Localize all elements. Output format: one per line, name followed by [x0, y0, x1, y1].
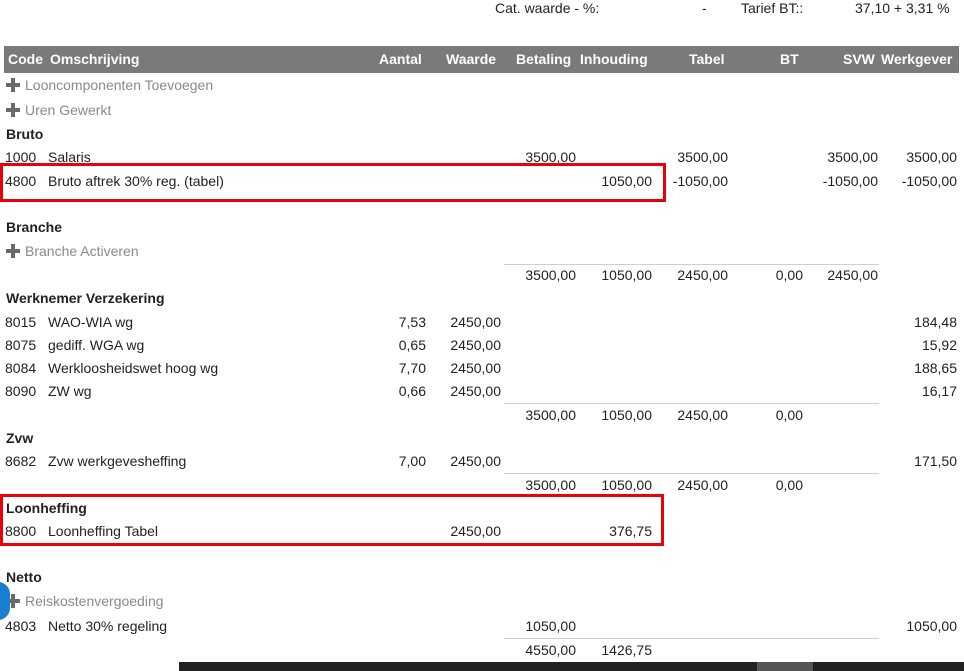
row-werkgever: 3500,00	[906, 149, 957, 165]
plus-icon	[6, 244, 20, 258]
subtotal-bt: 0,00	[775, 407, 803, 423]
row-waarde: 2450,00	[450, 337, 501, 353]
row-code: 8084	[5, 360, 37, 376]
subtotal-bt: 0,00	[775, 477, 803, 493]
add-uren-link[interactable]: Uren Gewerkt	[6, 102, 111, 118]
branche-activeren-link[interactable]: Branche Activeren	[6, 243, 139, 259]
row-desc: gediff. WGA wg	[48, 337, 145, 353]
row-werkgever: 15,92	[921, 337, 957, 353]
row-werkgever: 188,65	[914, 360, 957, 376]
row-tabel: 3500,00	[677, 149, 728, 165]
table-header: Code Omschrijving Aantal Waarde Betaling…	[4, 46, 959, 73]
subtotal-svw: 2450,00	[827, 267, 878, 283]
tarief-bt-label: Tarief BT::	[741, 0, 804, 16]
section-werknemer-verzekering: Werknemer Verzekering	[6, 290, 165, 306]
row-werkgever: 16,17	[921, 383, 957, 399]
subtotal-tabel: 2450,00	[677, 477, 728, 493]
subtotal-betaling: 3500,00	[525, 267, 576, 283]
subtotal-inhouding: 1050,00	[601, 477, 652, 493]
subtotal-betaling: 3500,00	[525, 477, 576, 493]
cat-waarde-value: -	[702, 0, 707, 16]
plus-icon	[6, 103, 20, 117]
row-desc: ZW wg	[48, 383, 92, 399]
row-code: 8682	[5, 453, 37, 469]
row-werkgever: 184,48	[914, 314, 957, 330]
section-branche: Branche	[6, 219, 63, 235]
row-waarde: 2450,00	[450, 383, 501, 399]
taskbar	[179, 662, 964, 671]
col-werkgever[interactable]: Werkgever	[881, 51, 952, 67]
section-zvw: Zvw	[6, 430, 34, 446]
reiskostenvergoeding-link[interactable]: Reiskostenvergoeding	[6, 593, 164, 609]
subtotal-divider	[504, 473, 879, 474]
section-bruto: Bruto	[6, 126, 44, 142]
col-tabel[interactable]: Tabel	[689, 51, 725, 67]
add-looncomponenten-label: Looncomponenten Toevoegen	[25, 77, 214, 93]
highlight-box	[0, 494, 664, 546]
row-waarde: 2450,00	[450, 360, 501, 376]
row-svw: -1050,00	[822, 173, 878, 189]
row-svw: 3500,00	[827, 149, 878, 165]
col-bt[interactable]: BT	[780, 51, 799, 67]
col-code[interactable]: Code	[8, 51, 43, 67]
row-desc: Netto 30% regeling	[48, 618, 168, 634]
row-waarde: 2450,00	[450, 453, 501, 469]
row-betaling: 1050,00	[525, 618, 576, 634]
plus-icon	[6, 78, 20, 92]
chat-bubble-button[interactable]	[0, 582, 10, 620]
row-aantal: 7,70	[398, 360, 426, 376]
row-aantal: 0,65	[398, 337, 426, 353]
subtotal-inhouding: 1050,00	[601, 267, 652, 283]
col-inhouding[interactable]: Inhouding	[580, 51, 648, 67]
row-code: 8090	[5, 383, 37, 399]
row-code: 8075	[5, 337, 37, 353]
row-werkgever: 171,50	[914, 453, 957, 469]
subtotal-betaling: 4550,00	[525, 642, 576, 658]
subtotal-divider	[504, 264, 879, 265]
add-uren-label: Uren Gewerkt	[25, 102, 112, 118]
col-betaling[interactable]: Betaling	[516, 51, 571, 67]
row-desc: Zvw werkgevesheffing	[48, 453, 187, 469]
taskbar-item[interactable]	[757, 662, 813, 671]
subtotal-divider	[504, 638, 879, 639]
row-desc: Werkloosheidswet hoog wg	[48, 360, 219, 376]
row-aantal: 7,00	[398, 453, 426, 469]
subtotal-bt: 0,00	[775, 267, 803, 283]
row-werkgever: 1050,00	[906, 618, 957, 634]
subtotal-betaling: 3500,00	[525, 407, 576, 423]
section-netto: Netto	[6, 569, 42, 585]
row-aantal: 7,53	[398, 314, 426, 330]
cat-waarde-label: Cat. waarde - %:	[495, 0, 600, 16]
col-aantal[interactable]: Aantal	[379, 51, 422, 67]
row-desc: WAO-WIA wg	[48, 314, 134, 330]
tarief-bt-value: 37,10 + 3,31 %	[855, 0, 950, 16]
col-waarde[interactable]: Waarde	[446, 51, 496, 67]
row-code: 8015	[5, 314, 37, 330]
subtotal-inhouding: 1050,00	[601, 407, 652, 423]
row-tabel: -1050,00	[672, 173, 728, 189]
branche-activeren-label: Branche Activeren	[25, 243, 139, 259]
row-aantal: 0,66	[398, 383, 426, 399]
highlight-box	[0, 163, 666, 202]
row-werkgever: -1050,00	[901, 173, 957, 189]
subtotal-tabel: 2450,00	[677, 267, 728, 283]
subtotal-tabel: 2450,00	[677, 407, 728, 423]
row-waarde: 2450,00	[450, 314, 501, 330]
subtotal-divider	[504, 403, 879, 404]
reiskostenvergoeding-label: Reiskostenvergoeding	[25, 593, 164, 609]
row-code: 4803	[5, 618, 37, 634]
col-omschrijving[interactable]: Omschrijving	[50, 51, 139, 67]
col-svw[interactable]: SVW	[843, 51, 875, 67]
add-looncomponenten-link[interactable]: Looncomponenten Toevoegen	[6, 77, 213, 93]
subtotal-inhouding: 1426,75	[601, 642, 652, 658]
